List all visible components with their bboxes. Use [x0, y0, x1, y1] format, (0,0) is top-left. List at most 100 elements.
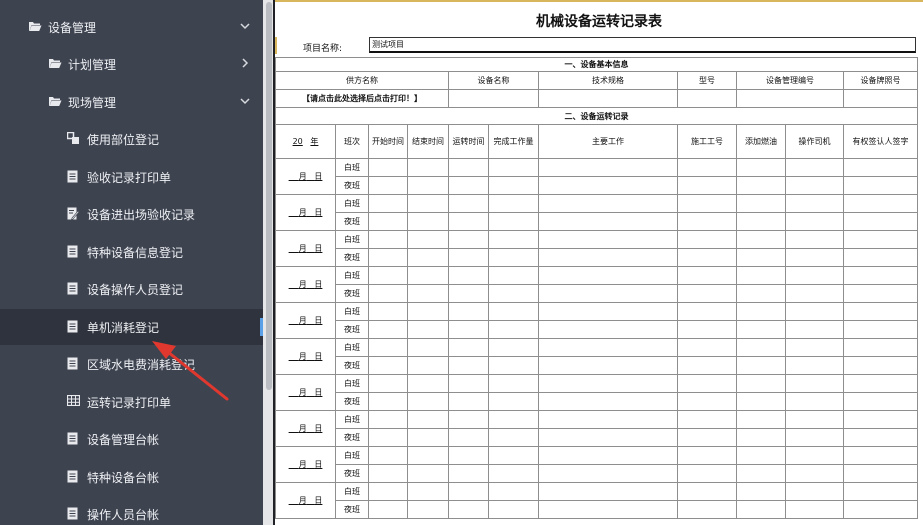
log-cell[interactable]	[785, 374, 844, 393]
log-cell[interactable]	[736, 320, 786, 339]
log-cell[interactable]	[785, 194, 844, 213]
log-cell[interactable]	[368, 500, 408, 519]
log-cell[interactable]	[538, 464, 678, 483]
log-cell[interactable]	[538, 230, 678, 249]
log-cell[interactable]	[843, 320, 918, 339]
log-cell[interactable]	[448, 392, 489, 411]
log-cell[interactable]	[368, 320, 408, 339]
log-cell[interactable]	[407, 158, 449, 177]
log-cell[interactable]	[368, 374, 408, 393]
log-cell[interactable]	[488, 428, 539, 447]
log-cell[interactable]	[488, 302, 539, 321]
log-cell[interactable]	[843, 482, 918, 501]
log-cell[interactable]	[538, 266, 678, 285]
log-cell[interactable]	[448, 230, 489, 249]
log-cell[interactable]	[368, 392, 408, 411]
plate-no-cell[interactable]	[843, 89, 918, 108]
log-cell[interactable]	[448, 320, 489, 339]
log-cell[interactable]	[488, 194, 539, 213]
log-cell[interactable]	[843, 176, 918, 195]
log-cell[interactable]	[843, 302, 918, 321]
log-cell[interactable]	[677, 446, 737, 465]
date-cell[interactable]: 月 日	[275, 374, 336, 411]
log-cell[interactable]	[448, 248, 489, 267]
date-cell[interactable]: 月 日	[275, 194, 336, 231]
log-cell[interactable]	[843, 374, 918, 393]
log-cell[interactable]	[448, 302, 489, 321]
log-cell[interactable]	[843, 356, 918, 375]
log-cell[interactable]	[538, 302, 678, 321]
log-cell[interactable]	[368, 248, 408, 267]
log-cell[interactable]	[677, 482, 737, 501]
log-cell[interactable]	[448, 338, 489, 357]
log-cell[interactable]	[736, 482, 786, 501]
log-cell[interactable]	[407, 392, 449, 411]
log-cell[interactable]	[677, 356, 737, 375]
log-cell[interactable]	[677, 248, 737, 267]
log-cell[interactable]	[368, 212, 408, 231]
log-cell[interactable]	[677, 500, 737, 519]
date-cell[interactable]: 月 日	[275, 482, 336, 519]
log-cell[interactable]	[843, 248, 918, 267]
log-cell[interactable]	[488, 338, 539, 357]
log-cell[interactable]	[448, 482, 489, 501]
model-cell[interactable]	[677, 89, 737, 108]
log-cell[interactable]	[677, 410, 737, 429]
log-cell[interactable]	[677, 230, 737, 249]
sidebar-item[interactable]: 特种设备台帐	[0, 459, 263, 495]
log-cell[interactable]	[448, 356, 489, 375]
log-cell[interactable]	[448, 212, 489, 231]
sidebar-item[interactable]: 设备操作人员登记	[0, 271, 263, 307]
log-cell[interactable]	[538, 248, 678, 267]
sidebar-item[interactable]: 单机消耗登记	[0, 309, 263, 345]
log-cell[interactable]	[785, 410, 844, 429]
log-cell[interactable]	[407, 194, 449, 213]
project-name-field[interactable]: 测试项目	[369, 37, 916, 53]
log-cell[interactable]	[785, 248, 844, 267]
log-cell[interactable]	[407, 500, 449, 519]
log-cell[interactable]	[677, 392, 737, 411]
log-cell[interactable]	[677, 320, 737, 339]
log-cell[interactable]	[736, 212, 786, 231]
log-cell[interactable]	[736, 374, 786, 393]
chevron-right-icon[interactable]	[239, 57, 251, 69]
log-cell[interactable]	[407, 338, 449, 357]
mgmt-no-cell[interactable]	[736, 89, 844, 108]
log-cell[interactable]	[488, 212, 539, 231]
log-cell[interactable]	[407, 428, 449, 447]
log-cell[interactable]	[736, 176, 786, 195]
log-cell[interactable]	[736, 158, 786, 177]
log-cell[interactable]	[843, 284, 918, 303]
log-cell[interactable]	[843, 446, 918, 465]
log-cell[interactable]	[677, 374, 737, 393]
log-cell[interactable]	[538, 500, 678, 519]
log-cell[interactable]	[407, 266, 449, 285]
log-cell[interactable]	[538, 320, 678, 339]
log-cell[interactable]	[538, 482, 678, 501]
log-cell[interactable]	[538, 284, 678, 303]
log-cell[interactable]	[843, 338, 918, 357]
log-cell[interactable]	[488, 176, 539, 195]
log-cell[interactable]	[677, 266, 737, 285]
log-cell[interactable]	[407, 248, 449, 267]
log-cell[interactable]	[736, 302, 786, 321]
log-cell[interactable]	[843, 392, 918, 411]
log-cell[interactable]	[407, 230, 449, 249]
log-cell[interactable]	[538, 338, 678, 357]
log-cell[interactable]	[448, 446, 489, 465]
sidebar-item[interactable]: 设备进出场验收记录	[0, 196, 263, 232]
log-cell[interactable]	[677, 338, 737, 357]
log-cell[interactable]	[538, 392, 678, 411]
log-cell[interactable]	[488, 500, 539, 519]
date-cell[interactable]: 月 日	[275, 158, 336, 195]
log-cell[interactable]	[677, 158, 737, 177]
log-cell[interactable]	[785, 320, 844, 339]
log-cell[interactable]	[407, 374, 449, 393]
log-cell[interactable]	[407, 320, 449, 339]
log-cell[interactable]	[677, 176, 737, 195]
log-cell[interactable]	[368, 338, 408, 357]
log-cell[interactable]	[785, 338, 844, 357]
log-cell[interactable]	[736, 338, 786, 357]
log-cell[interactable]	[488, 374, 539, 393]
log-cell[interactable]	[538, 212, 678, 231]
